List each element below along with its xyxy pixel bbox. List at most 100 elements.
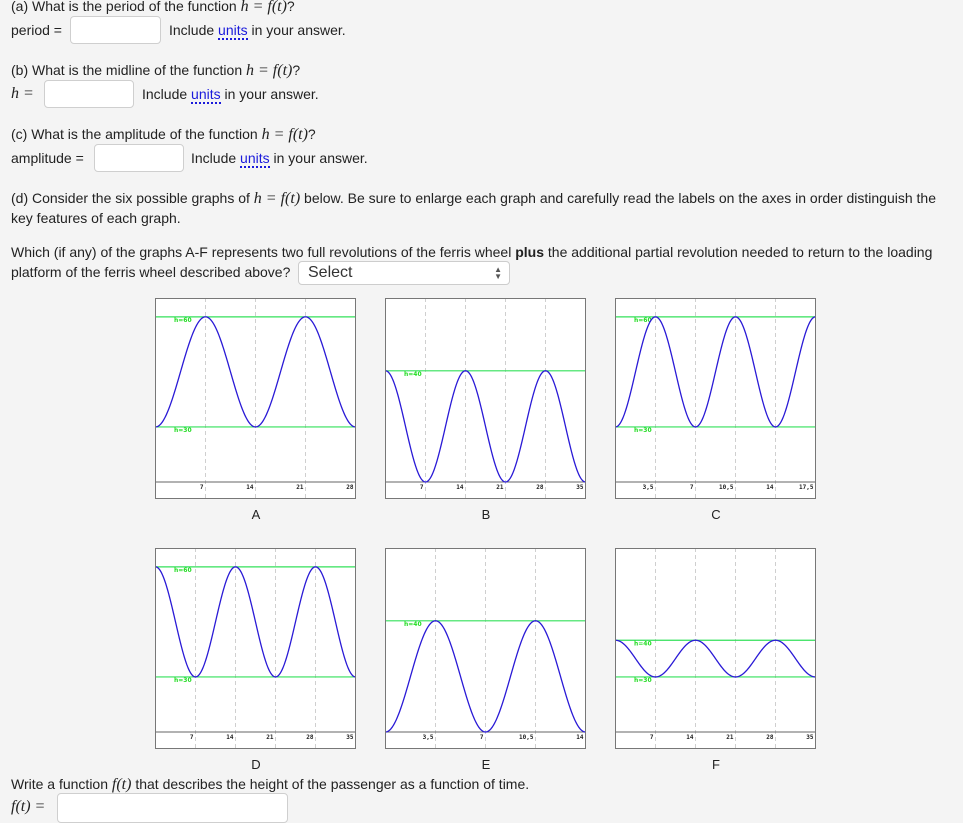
x-tick-label: 14 <box>766 484 774 491</box>
x-tick-label: 10,5 <box>719 484 734 491</box>
reference-label: h=30 <box>174 427 192 434</box>
graph-b-label: B <box>481 507 491 522</box>
graph-select[interactable]: Select ▲ ▼ <box>298 261 510 285</box>
graph-svg: h=60 h=30 7 14 21 28 35 <box>155 548 356 749</box>
amplitude-label: amplitude = <box>11 150 84 166</box>
question-c-text: (c) What is the amplitude of the functio… <box>11 126 262 142</box>
question-b: (b) What is the midline of the function … <box>11 60 300 81</box>
question-b-suffix: ? <box>292 62 301 78</box>
graph-svg: h=40 7 14 21 28 35 <box>385 298 586 499</box>
units-link[interactable]: units <box>191 86 221 104</box>
period-hint: Include units in your answer. <box>169 20 346 40</box>
question-c-suffix: ? <box>307 126 316 142</box>
x-tick-label: 21 <box>726 734 734 741</box>
question-c-math: h = f(t) <box>261 126 308 143</box>
curve-line <box>615 316 816 428</box>
graph-c[interactable]: h=60 h=30 3,5 7 10,5 14 17,5 <box>615 298 816 499</box>
function-input[interactable] <box>57 793 288 823</box>
midline-label: h = <box>11 85 34 102</box>
reference-label: h=60 <box>174 317 192 324</box>
question-a-text: (a) What is the period of the function <box>11 0 241 14</box>
question-a: (a) What is the period of the function h… <box>11 0 295 17</box>
x-tick-label: 3,5 <box>423 734 434 741</box>
prompt-text: Write a function <box>11 776 112 792</box>
period-label: period = <box>11 22 62 38</box>
graph-f-label: F <box>712 757 720 772</box>
hint-text: Include <box>191 150 241 166</box>
graph-svg: h=60 h=30 7 14 21 28 <box>155 298 356 499</box>
x-tick-label: 7 <box>650 734 654 741</box>
graph-d[interactable]: h=60 h=30 7 14 21 28 35 <box>155 548 356 749</box>
select-value: Select <box>308 264 353 281</box>
intro-text: below. Be sure to enlarge each graph and… <box>300 190 936 206</box>
reference-label: h=60 <box>174 567 192 574</box>
graph-svg: h=60h=303,5 7 10,5 14 17,5 <box>615 298 816 499</box>
graph-border <box>385 298 586 499</box>
x-tick-label: 7 <box>420 484 424 491</box>
reference-label: h=30 <box>174 677 192 684</box>
graph-a-label: A <box>251 507 261 522</box>
units-link[interactable]: units <box>240 150 270 168</box>
reference-label: h=40 <box>404 621 422 628</box>
graph-d-label: D <box>251 757 261 772</box>
x-tick-label: 35 <box>346 734 354 741</box>
hint-text: in your answer. <box>269 150 368 166</box>
x-tick-label: 14 <box>226 734 234 741</box>
midline-hint: Include units in your answer. <box>142 84 319 104</box>
x-tick-label: 7 <box>480 734 484 741</box>
reference-label: h=30 <box>634 427 652 434</box>
prompt-text: that describes the height of the passeng… <box>131 776 530 792</box>
question-b-math: h = f(t) <box>246 62 293 79</box>
units-link[interactable]: units <box>218 22 248 40</box>
reference-label: h=40 <box>404 371 422 378</box>
amplitude-input[interactable] <box>94 144 184 172</box>
x-tick-label: 21 <box>496 484 504 491</box>
curve-line <box>385 370 586 483</box>
hint-text: Include <box>169 22 219 38</box>
x-tick-label: 14 <box>456 484 464 491</box>
x-tick-label: 14 <box>686 734 694 741</box>
select-arrows-icon: ▲ ▼ <box>494 265 502 281</box>
x-tick-label: 7 <box>690 484 694 491</box>
hint-text: in your answer. <box>220 86 319 102</box>
x-tick-label: 7 <box>190 734 194 741</box>
period-input[interactable] <box>70 16 161 44</box>
curve-line <box>155 566 356 678</box>
x-tick-label: 35 <box>576 484 584 491</box>
graph-b[interactable]: h=40 7 14 21 28 35 <box>385 298 586 499</box>
graph-e-label: E <box>481 757 491 772</box>
x-tick-label: 3,5 <box>643 484 654 491</box>
x-tick-label: 28 <box>536 484 544 491</box>
which-text: Which (if any) of the graphs A-F represe… <box>11 244 516 260</box>
graph-border <box>155 548 356 749</box>
x-tick-label: 28 <box>766 734 774 741</box>
x-tick-label: 7 <box>200 484 204 491</box>
question-c: (c) What is the amplitude of the functio… <box>11 124 316 145</box>
midline-input[interactable] <box>44 80 134 108</box>
reference-label: h=40 <box>634 640 652 647</box>
function-label: f(t) = <box>11 798 46 815</box>
question-a-suffix: ? <box>286 0 295 14</box>
question-d-intro: (d) Consider the six possible graphs of … <box>11 188 936 209</box>
function-prompt: Write a function f(t) that describes the… <box>11 774 529 795</box>
graph-e[interactable]: h=40 3,5 7 10,5 14 <box>385 548 586 749</box>
question-d-intro-line2: key features of each graph. <box>11 210 181 226</box>
x-tick-label: 14 <box>246 484 254 491</box>
x-tick-label: 14 <box>576 734 584 741</box>
x-tick-label: 35 <box>806 734 814 741</box>
reference-label: h=30 <box>634 677 652 684</box>
intro-math: h = f(t) <box>253 190 301 207</box>
question-d-which-line2: platform of the ferris wheel described a… <box>11 264 291 280</box>
graph-border <box>615 298 816 499</box>
x-tick-label: 21 <box>296 484 304 491</box>
question-b-text: (b) What is the midline of the function <box>11 62 246 78</box>
which-bold: plus <box>515 244 544 260</box>
amplitude-hint: Include units in your answer. <box>191 148 368 168</box>
graph-f[interactable]: h=40 h=30 7 14 21 28 35 <box>615 548 816 749</box>
graph-a[interactable]: h=60 h=30 7 14 21 28 <box>155 298 356 499</box>
x-tick-label: 21 <box>266 734 274 741</box>
x-tick-label: 17,5 <box>799 484 814 491</box>
question-d-which: Which (if any) of the graphs A-F represe… <box>11 242 932 262</box>
x-tick-label: 10,5 <box>519 734 534 741</box>
question-a-math: h = f(t) <box>240 0 287 15</box>
